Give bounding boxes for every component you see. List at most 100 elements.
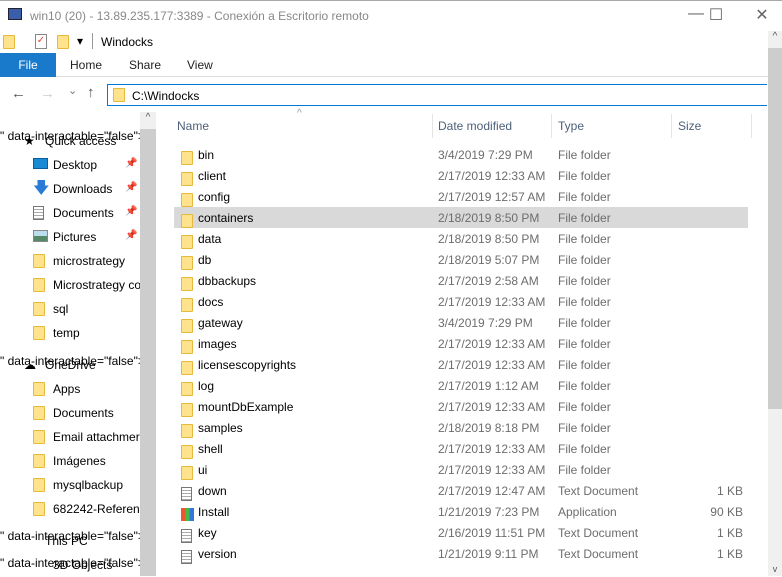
sidebar-item-this-pc[interactable]: " data-interactable="false"> This PC: [0, 529, 140, 553]
tab-home[interactable]: Home: [56, 53, 116, 77]
sidebar-item-onedrive-2[interactable]: Email attachmer: [0, 425, 140, 449]
tab-view[interactable]: View: [173, 53, 227, 77]
sidebar-item-downloads[interactable]: 🡇 Downloads 📌: [0, 177, 140, 201]
tab-file[interactable]: File: [0, 53, 56, 77]
column-date-modified[interactable]: Date modified: [438, 114, 512, 138]
folder-icon: [33, 406, 45, 423]
file-row[interactable]: log 2/17/2019 1:12 AM File folder: [174, 375, 748, 396]
file-row[interactable]: mountDbExample 2/17/2019 12:33 AM File fol…: [174, 396, 748, 417]
file-type: File folder: [558, 358, 611, 372]
pin-icon[interactable]: 📌: [125, 206, 137, 217]
recent-locations-button[interactable]: ⌄: [68, 84, 77, 97]
onedrive-icon: ☁: [24, 358, 36, 372]
file-name: version: [198, 547, 237, 561]
file-type: Text Document: [558, 526, 639, 540]
folder-icon: [33, 430, 45, 447]
sidebar-item-temp[interactable]: temp: [0, 321, 140, 345]
tab-share[interactable]: Share: [115, 53, 175, 77]
folder-icon: [33, 278, 45, 295]
address-bar[interactable]: C:\Windocks: [107, 84, 767, 106]
pin-icon[interactable]: 📌: [125, 182, 137, 193]
documents-icon: [33, 206, 44, 223]
ribbon-tabs: File Home Share View: [0, 53, 782, 77]
sidebar-item-microstrategy-co[interactable]: Microstrategy co: [0, 273, 140, 297]
file-type: File folder: [558, 211, 611, 225]
sidebar-item-onedrive-0[interactable]: Apps: [0, 377, 140, 401]
forward-button[interactable]: →: [40, 85, 55, 102]
pin-icon[interactable]: 📌: [125, 158, 137, 169]
download-icon: 🡇: [33, 180, 50, 197]
file-date: 2/17/2019 2:58 AM: [438, 274, 539, 288]
column-name[interactable]: Name: [177, 114, 209, 138]
new-folder-icon[interactable]: [57, 35, 69, 49]
file-row[interactable]: containers 2/18/2019 8:50 PM File folder: [174, 207, 748, 228]
file-type: File folder: [558, 148, 611, 162]
pin-icon[interactable]: 📌: [125, 230, 137, 241]
file-row[interactable]: data 2/18/2019 8:50 PM File folder: [174, 228, 748, 249]
scrollbar-thumb[interactable]: [768, 48, 782, 409]
file-row[interactable]: samples 2/18/2019 8:18 PM File folder: [174, 417, 748, 438]
sidebar-item-quick-access[interactable]: ★" data-interactable="false">★Quick acce…: [0, 129, 140, 153]
sidebar-item-3d-objects[interactable]: " data-interactable="false"> 3D Objects: [0, 553, 140, 577]
sidebar-item-documents[interactable]: Documents 📌: [0, 201, 140, 225]
column-type[interactable]: Type: [558, 114, 584, 138]
file-type: Application: [558, 505, 617, 519]
column-size[interactable]: Size: [678, 114, 701, 138]
folder-icon: [113, 88, 125, 102]
folder-icon: [33, 382, 45, 399]
maximize-button[interactable]: ☐: [696, 5, 736, 27]
file-row[interactable]: licensescopyrights 2/17/2019 12:33 AM File…: [174, 354, 748, 375]
file-row[interactable]: gateway 3/4/2019 7:29 PM File folder: [174, 312, 748, 333]
file-date: 2/17/2019 1:12 AM: [438, 379, 539, 393]
file-type: Text Document: [558, 484, 639, 498]
file-type: File folder: [558, 253, 611, 267]
back-button[interactable]: ←: [11, 85, 26, 102]
file-list-scrollbar[interactable]: ^ v: [768, 31, 782, 576]
file-name: config: [198, 190, 231, 204]
file-name: licensescopyrights: [198, 358, 297, 372]
sidebar-item-microstrategy[interactable]: microstrategy: [0, 249, 140, 273]
close-button[interactable]: ✕: [742, 5, 782, 27]
file-name: key: [198, 526, 217, 540]
properties-icon[interactable]: ✓: [35, 34, 47, 49]
file-row[interactable]: key 2/16/2019 11:51 PM Text Document 1 KB: [174, 522, 748, 543]
file-name: containers: [198, 211, 254, 225]
file-row[interactable]: shell 2/17/2019 12:33 AM File folder: [174, 438, 748, 459]
sidebar-item-onedrive-4[interactable]: mysqlbackup: [0, 473, 140, 497]
file-row[interactable]: version 1/21/2019 9:11 PM Text Document 1 K…: [174, 543, 748, 564]
nav-scrollbar[interactable]: ^: [140, 112, 156, 576]
sidebar-item-sql[interactable]: sql: [0, 297, 140, 321]
file-row[interactable]: down 2/17/2019 12:47 AM Text Document 1 KB: [174, 480, 748, 501]
file-date: 2/17/2019 12:33 AM: [438, 442, 546, 456]
divider[interactable]: [751, 114, 752, 138]
divider[interactable]: [432, 114, 433, 138]
sidebar-item-pictures[interactable]: Pictures 📌: [0, 225, 140, 249]
file-type: File folder: [558, 379, 611, 393]
file-type: Text Document: [558, 547, 639, 561]
file-row[interactable]: bin 3/4/2019 7:29 PM File folder: [174, 144, 748, 165]
file-row[interactable]: config 2/17/2019 12:57 AM File folder: [174, 186, 748, 207]
up-button[interactable]: ↑: [87, 84, 95, 101]
qat-dropdown[interactable]: ▾: [77, 34, 83, 48]
file-size: 1 KB: [716, 484, 743, 498]
star-icon: ★: [24, 134, 35, 148]
file-row[interactable]: db 2/18/2019 5:07 PM File folder: [174, 249, 748, 270]
file-row[interactable]: ui 2/17/2019 12:33 AM File folder: [174, 459, 748, 480]
file-date: 2/18/2019 5:07 PM: [438, 253, 540, 267]
file-name: db: [198, 253, 212, 267]
sidebar-item-desktop[interactable]: Desktop 📌: [0, 153, 140, 177]
file-row[interactable]: client 2/17/2019 12:33 AM File folder: [174, 165, 748, 186]
sidebar-item-onedrive[interactable]: ☁" data-interactable="false">☁OneDrive: [0, 353, 140, 377]
file-row[interactable]: dbbackups 2/17/2019 2:58 AM File folder: [174, 270, 748, 291]
address-input[interactable]: C:\Windocks: [132, 89, 199, 103]
sidebar-item-onedrive-3[interactable]: Imágenes: [0, 449, 140, 473]
file-date: 2/17/2019 12:57 AM: [438, 190, 546, 204]
divider[interactable]: [551, 114, 552, 138]
divider[interactable]: [671, 114, 672, 138]
sidebar-item-onedrive-1[interactable]: Documents: [0, 401, 140, 425]
file-row[interactable]: Install 1/21/2019 7:23 PM Application 90 KB: [174, 501, 748, 522]
file-date: 2/18/2019 8:50 PM: [438, 232, 540, 246]
file-row[interactable]: images 2/17/2019 12:33 AM File folder: [174, 333, 748, 354]
file-row[interactable]: docs 2/17/2019 12:33 AM File folder: [174, 291, 748, 312]
sidebar-item-onedrive-5[interactable]: 682242-Referenc: [0, 497, 140, 521]
